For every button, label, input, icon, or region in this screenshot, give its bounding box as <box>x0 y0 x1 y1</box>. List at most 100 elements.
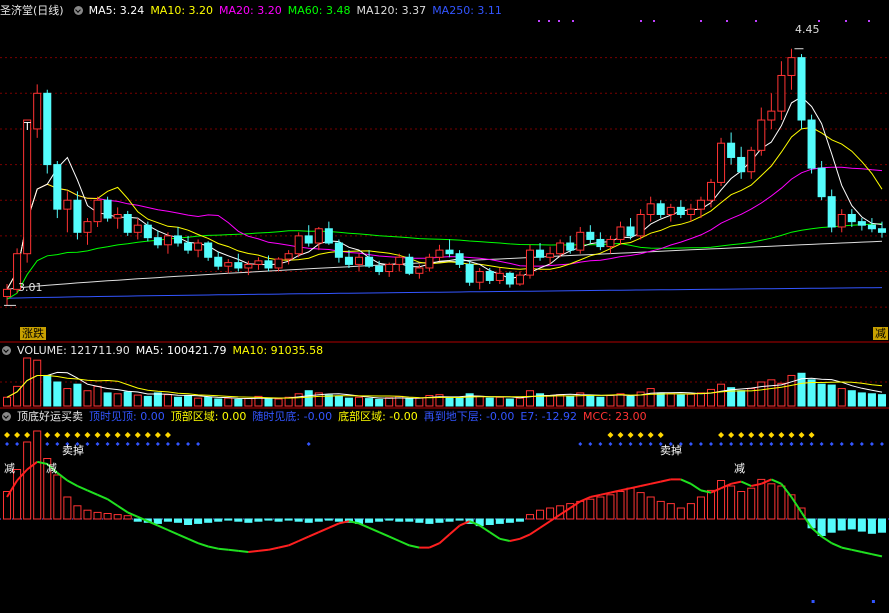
top-see-diamond <box>829 442 834 446</box>
signal-bar <box>505 518 514 523</box>
indicator-e7: E7: -12.92 <box>520 410 578 423</box>
volume-bar <box>224 397 233 407</box>
candle-body <box>847 213 856 223</box>
top-zone-diamond <box>607 432 614 438</box>
signal-bar <box>596 496 605 520</box>
candle-body <box>837 213 846 228</box>
signal-bar <box>53 474 62 520</box>
top-see-diamond <box>15 442 20 446</box>
volume-bar <box>365 398 374 407</box>
signal-bar <box>626 487 635 520</box>
signal-bar <box>706 489 716 520</box>
candle-body <box>536 249 545 258</box>
indicator-bottom-zone: 底部区域: -0.00 <box>338 410 418 423</box>
signal-bar <box>435 518 444 523</box>
dropdown-icon[interactable] <box>2 412 11 421</box>
candle-body <box>465 263 474 283</box>
top-zone-diamond <box>84 432 91 438</box>
signal-curve-segment <box>438 533 451 544</box>
volume-bar <box>113 393 122 407</box>
volume-bar <box>455 397 464 407</box>
signal-bar <box>445 518 454 522</box>
candle-body <box>93 199 102 223</box>
top-see-diamond <box>588 442 593 446</box>
indicator-underground: 再到地下层: -0.00 <box>423 410 515 423</box>
candle-body <box>425 256 434 269</box>
volume-bar <box>83 390 92 407</box>
signal-curve-segment <box>66 479 78 487</box>
top-see-diamond <box>306 442 311 446</box>
volume-bar <box>515 397 524 407</box>
signal-curve-segment <box>479 524 491 534</box>
signal-bar <box>284 518 293 521</box>
signal-dot <box>572 20 574 22</box>
signal-dot <box>538 20 540 22</box>
candle-body <box>274 258 283 269</box>
signal-bar <box>153 518 162 524</box>
signal-curve-segment <box>660 478 671 483</box>
volume-bar <box>143 395 152 407</box>
candle-body <box>787 57 796 76</box>
top-see-diamond <box>729 442 734 446</box>
signal-bar <box>777 485 786 520</box>
volume-bar <box>93 385 102 407</box>
signal-bar <box>867 518 876 534</box>
signal-bar <box>204 518 213 523</box>
signal-curve-segment <box>328 522 340 529</box>
signal-bar <box>334 518 343 522</box>
volume-bar <box>375 398 384 407</box>
candle-body <box>184 242 193 251</box>
candle-body <box>254 260 263 265</box>
top-see-diamond <box>749 442 754 446</box>
signal-curve-segment <box>770 478 782 485</box>
top-see-diamond <box>869 442 874 446</box>
signal-bar <box>73 505 82 520</box>
indicator-vol-ma10: MA10: 91035.58 <box>232 344 324 357</box>
candle-body <box>173 235 183 244</box>
signal-bar <box>365 518 374 523</box>
change-badge[interactable]: 涨跌 <box>20 327 46 340</box>
volume-bar <box>123 391 132 407</box>
signal-bar <box>586 498 595 520</box>
candle-body <box>53 164 62 210</box>
signal-curve-segment <box>680 478 692 485</box>
signal-bar <box>184 518 193 525</box>
candle-body <box>445 249 454 255</box>
signal-curve-segment <box>861 551 873 556</box>
signal-bar <box>857 518 866 532</box>
volume-bar <box>184 395 193 407</box>
reduce-badge[interactable]: 减 <box>873 327 888 340</box>
volume-bar <box>43 374 52 407</box>
volume-bar <box>194 397 203 407</box>
signal-curve-segment <box>258 548 269 552</box>
top-see-diamond <box>719 442 724 446</box>
indicator-top-see: 顶时见顶: 0.00 <box>89 410 165 423</box>
dropdown-icon[interactable] <box>2 346 11 355</box>
signal-curve-segment <box>378 531 390 538</box>
signal-bar <box>827 518 836 533</box>
ma120-line <box>6 240 883 290</box>
dropdown-icon[interactable] <box>73 6 83 15</box>
top-zone-diamond <box>657 432 664 438</box>
reduce-label-1: 减 <box>4 462 15 475</box>
signal-curve-segment <box>489 531 501 540</box>
signal-bar <box>194 518 203 524</box>
candle-body <box>556 242 565 255</box>
candle-body <box>706 181 716 201</box>
signal-curve-segment <box>640 482 651 487</box>
signal-bar <box>606 494 615 520</box>
volume-bar <box>686 393 695 407</box>
ma5-line <box>6 96 883 290</box>
candle-body <box>576 231 585 251</box>
candle-body <box>264 260 273 269</box>
top-see-diamond <box>598 442 603 446</box>
sell-label-1: 卖掉 <box>62 444 84 457</box>
signal-bar <box>224 518 233 521</box>
candle-body <box>113 213 122 219</box>
candle-body <box>314 228 323 244</box>
volume-bar <box>173 396 183 407</box>
top-see-diamond <box>879 442 884 446</box>
top-zone-diamond <box>778 432 785 438</box>
volume-bar <box>163 394 172 407</box>
candle-body <box>294 235 303 255</box>
